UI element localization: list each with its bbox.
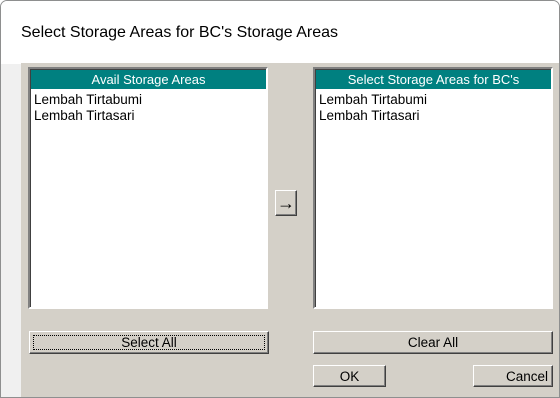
right-arrow-icon: → [277, 193, 295, 213]
cancel-button[interactable]: Cancel [473, 365, 553, 387]
dialog-client-area: Avail Storage Areas Lembah Tirtabumi Lem… [21, 63, 559, 397]
ok-button[interactable]: OK [313, 365, 386, 387]
dialog-window: Select Storage Areas for BC's Storage Ar… [0, 0, 560, 398]
select-all-button[interactable]: Select All [29, 331, 269, 354]
selected-storage-areas-list[interactable]: Select Storage Areas for BC's Lembah Tir… [313, 67, 553, 309]
list-item[interactable]: Lembah Tirtabumi [34, 92, 264, 108]
list-item[interactable]: Lembah Tirtabumi [319, 92, 549, 108]
title-bar[interactable]: Select Storage Areas for BC's Storage Ar… [1, 1, 559, 64]
window-title: Select Storage Areas for BC's Storage Ar… [21, 24, 338, 41]
move-right-button[interactable]: → [275, 190, 297, 216]
ok-label: OK [339, 368, 360, 384]
available-list-header: Avail Storage Areas [31, 70, 266, 90]
list-item[interactable]: Lembah Tirtasari [34, 108, 264, 124]
selected-list-header: Select Storage Areas for BC's [316, 70, 551, 90]
list-item[interactable]: Lembah Tirtasari [319, 108, 549, 124]
clear-all-label: Clear All [407, 334, 459, 350]
available-storage-areas-list[interactable]: Avail Storage Areas Lembah Tirtabumi Lem… [28, 67, 268, 309]
available-list-items: Lembah Tirtabumi Lembah Tirtasari [34, 92, 264, 124]
selected-list-items: Lembah Tirtabumi Lembah Tirtasari [319, 92, 549, 124]
cancel-label: Cancel [505, 368, 548, 384]
focus-ring [33, 335, 265, 350]
clear-all-button[interactable]: Clear All [313, 331, 553, 354]
